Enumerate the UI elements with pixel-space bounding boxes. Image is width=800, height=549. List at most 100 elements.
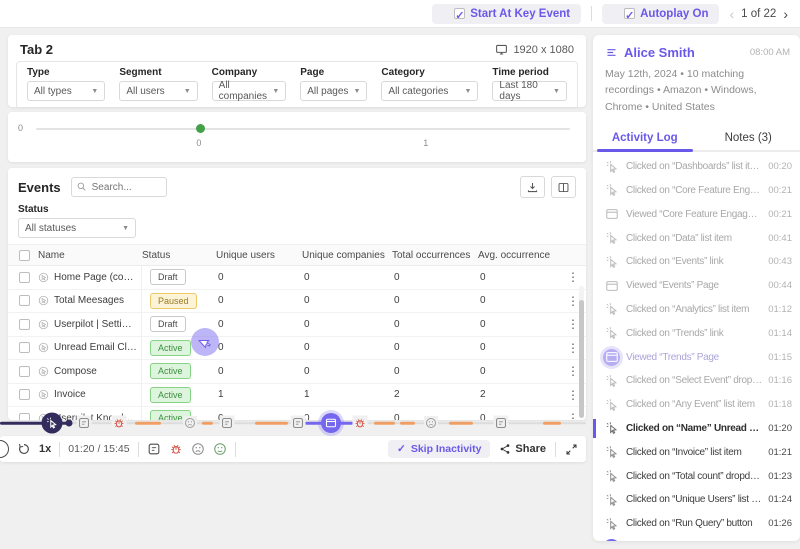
column-header-status[interactable]: Status [142,250,216,261]
table-row[interactable]: Invoice Active 1 1 2 2 ⋮ [8,384,586,408]
activity-log-item[interactable]: Clicked on “Analytics” list item 01:12 [593,298,800,322]
activity-log-item[interactable]: Clicked on “Any Event” list item 01:18 [593,393,800,417]
scrollbar-thumb[interactable] [579,300,584,418]
activity-timestamp: 01:21 [768,447,792,458]
filter-dropdown[interactable]: Last 180 days ▼ [492,81,567,101]
frustration-marker-button[interactable] [191,442,205,456]
divider [555,442,556,457]
timeline-note-marker[interactable] [290,416,305,431]
activity-log-item[interactable]: Viewed “Events” Page 00:44 [593,274,800,298]
filter-dropdown[interactable]: All companies ▼ [212,81,287,101]
timeline-bug-marker[interactable] [111,416,126,431]
column-header-total-occurrences[interactable]: Total occurrences [392,250,478,261]
download-button[interactable] [520,176,545,198]
timeline-note-marker[interactable] [220,416,235,431]
column-header-unique-users[interactable]: Unique users [216,250,302,261]
timeline-playhead-marker[interactable] [42,413,63,434]
activity-log-item[interactable]: Clicked on “Save” button 01:55 [593,536,800,541]
total-occurrences-value: 0 [392,295,478,306]
chevron-right-icon[interactable]: › [783,7,788,21]
timeline-view-marker[interactable] [321,413,341,433]
activity-log-item[interactable]: Clicked on “Unique Users” list item 01:2… [593,488,800,512]
tab-activity-log[interactable]: Activity Log [593,125,697,150]
table-row[interactable]: Compose Active 0 0 0 0 ⋮ [8,360,586,384]
timeline-note-marker[interactable] [77,416,92,431]
table-row[interactable]: Unread Email Click Active 0 0 0 0 ⋮ [8,337,586,361]
activity-action: Clicked on “Events” link [626,256,762,267]
row-checkbox[interactable] [19,342,30,353]
session-sidebar: Alice Smith 08:00 AM May 12th, 2024 • 10… [593,35,800,541]
playback-timeline[interactable] [0,413,586,433]
smile-marker-button[interactable] [213,442,227,456]
activity-icon-wrap [603,206,620,223]
columns-button[interactable] [551,176,576,198]
row-checkbox[interactable] [19,366,30,377]
note-icon [147,442,161,456]
activity-log-item[interactable]: Clicked on “Invoice” list item 01:21 [593,440,800,464]
activity-log-item[interactable]: Clicked on “Data” list item 00:41 [593,226,800,250]
timeline-segment-orange [255,422,288,425]
activity-log-item[interactable]: Clicked on “Dashboards” list item 00:20 [593,155,800,179]
filter-dropdown[interactable]: All users ▼ [119,81,197,101]
unique-companies-value: 0 [302,366,392,377]
autoplay-toggle-button[interactable]: ✓ Autoplay On [602,4,719,24]
click-icon [46,417,59,430]
activity-icon-wrap [603,372,620,389]
playback-speed-button[interactable]: 1x [39,443,51,455]
fullscreen-button[interactable] [565,443,578,456]
column-header-avg-occurrence[interactable]: Avg. occurrence [478,250,560,261]
error-marker-button[interactable] [169,442,183,456]
activity-log-item[interactable]: Clicked on “Run Query” button 01:26 [593,512,800,536]
table-row[interactable]: Home Page (copy) Draft 0 0 0 0 ⋮ [8,266,586,290]
activity-log-item[interactable]: Clicked on “Select Event” dropdown 01:16 [593,369,800,393]
chevron-left-icon[interactable]: ‹ [729,7,734,21]
timeline-frown-marker[interactable] [424,416,438,430]
activity-log-item[interactable]: Clicked on “Core Feature Engagem... 00:2… [593,179,800,203]
select-all-checkbox[interactable] [19,250,30,261]
slider-handle[interactable] [196,124,205,133]
row-checkbox[interactable] [19,319,30,330]
timeline-note-marker[interactable] [494,416,509,431]
skip-inactivity-toggle[interactable]: ✓ Skip Inactivity [388,440,490,458]
row-menu-button[interactable]: ⋮ [560,270,586,284]
unique-companies-value: 0 [302,342,392,353]
pause-button[interactable] [0,440,9,458]
activity-log-item[interactable]: Clicked on “Total count” dropdown 01:23 [593,464,800,488]
row-checkbox[interactable] [19,389,30,400]
filter-dropdown[interactable]: All categories ▼ [381,81,478,101]
table-row[interactable]: Total Meesages Paused 0 0 0 0 ⋮ [8,290,586,314]
activity-timestamp: 00:21 [768,185,792,196]
activity-log-item[interactable]: Viewed “Core Feature Engagment” 00:21 [593,202,800,226]
activity-action: Viewed “Events” Page [626,280,762,291]
timeline-frown-marker[interactable] [183,416,197,430]
timeline-bug-marker[interactable] [353,416,368,431]
status-dropdown[interactable]: All statuses ▼ [18,218,136,238]
start-at-key-event-button[interactable]: ✓ Start At Key Event [432,4,581,24]
tab-notes[interactable]: Notes (3) [697,125,800,150]
user-name[interactable]: Alice Smith [624,45,695,60]
column-header-unique-companies[interactable]: Unique companies [302,250,392,261]
filter-dropdown[interactable]: All pages ▼ [300,81,367,101]
click-icon [605,374,619,388]
filter-dropdown[interactable]: All types ▼ [27,81,105,101]
share-button[interactable]: Share [499,443,546,455]
slider-track[interactable] [36,128,570,130]
activity-icon-wrap [603,301,620,318]
scrollbar[interactable] [579,286,584,418]
timeline-dot-marker[interactable] [66,420,73,427]
status-badge: Draft [150,269,186,285]
add-note-button[interactable] [147,442,161,456]
row-checkbox[interactable] [19,295,30,306]
event-type-icon [38,272,49,283]
activity-log-item[interactable]: Clicked on “Name” Unread Email C... 01:2… [593,417,800,441]
row-checkbox[interactable] [19,272,30,283]
table-row[interactable]: Userpilot | Settings Draft 0 0 0 0 ⋮ [8,313,586,337]
column-header-name[interactable]: Name [38,250,142,261]
range-slider[interactable]: 0 0 1 [36,126,570,146]
replay-skip-button[interactable] [17,442,31,456]
activity-icon-wrap [603,230,620,247]
activity-log-item[interactable]: Clicked on “Events” link 00:43 [593,250,800,274]
autoplay-label: Autoplay On [640,8,708,20]
activity-log-item[interactable]: Viewed “Trends” Page 01:15 [593,345,800,369]
activity-log-item[interactable]: Clicked on “Trends” link 01:14 [593,321,800,345]
